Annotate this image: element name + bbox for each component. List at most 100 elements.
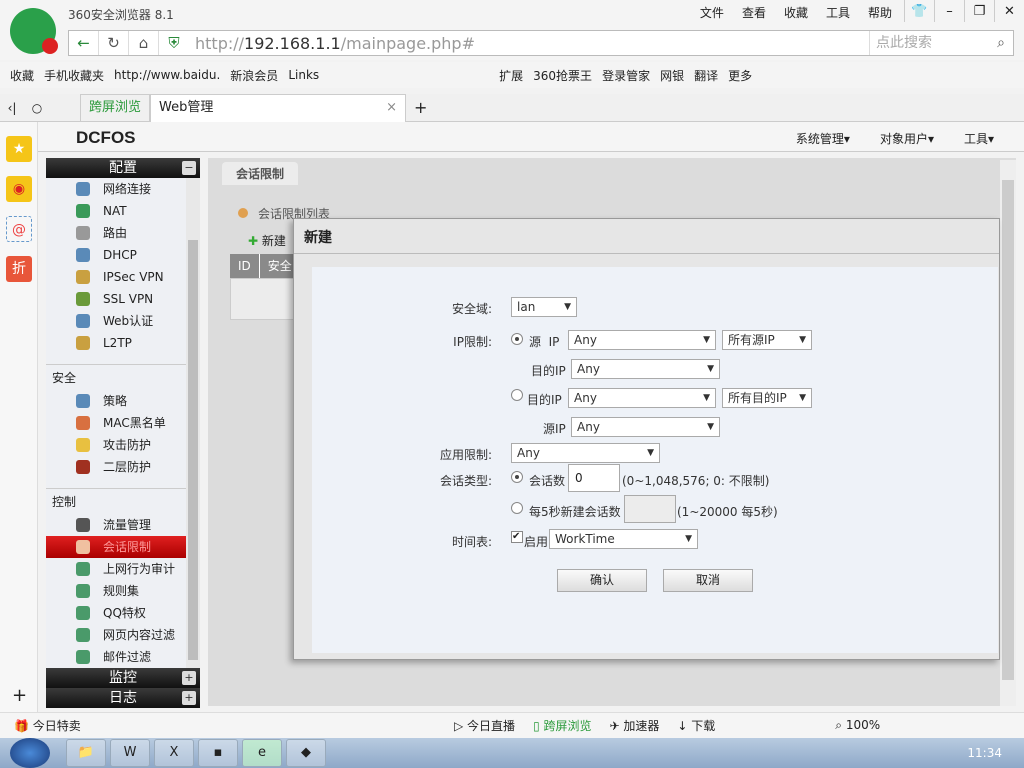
status-download[interactable]: ↓ 下载 [677,717,715,734]
menu-file[interactable]: 文件 [700,4,724,21]
nav-item-network[interactable]: 网络连接 [46,178,186,200]
refresh-icon[interactable]: ↻ [99,31,129,55]
nav-objects-users[interactable]: 对象用户▾ [880,130,934,147]
menu-tools[interactable]: 工具 [826,4,850,21]
nav-item-ipsec[interactable]: IPSec VPN [46,266,186,288]
content-tab[interactable]: 会话限制 [222,162,299,185]
browser-360-icon[interactable]: e [242,739,282,767]
page-scroll-thumb[interactable] [1002,180,1014,680]
ext-translate[interactable]: 翻译 [694,67,718,84]
new-button[interactable]: ✚ 新建 [248,232,286,249]
close-button[interactable]: ✕ [994,0,1024,22]
nav-item-mail-filter[interactable]: 邮件过滤 [46,646,186,668]
bookmark-baidu[interactable]: http://www.baidu. [114,68,220,82]
nav-item-attack-defense[interactable]: 攻击防护 [46,434,186,456]
nav-item-session-limit[interactable]: 会话限制 [46,536,186,558]
page-scrollbar[interactable] [1000,160,1016,706]
dst-ip-radio[interactable] [511,389,523,401]
browser-logo-avatar[interactable] [10,8,58,54]
nav-item-traffic[interactable]: 流量管理 [46,514,186,536]
clock[interactable]: 11:34 [967,746,1002,760]
status-live[interactable]: ▷ 今日直播 [454,717,515,734]
back-icon[interactable]: ← [69,31,99,55]
nav-item-qq[interactable]: QQ特权 [46,602,186,624]
nav-item-mac-blacklist[interactable]: MAC黑名单 [46,412,186,434]
expand-icon[interactable]: + [182,671,196,685]
ext-login[interactable]: 登录管家 [602,67,650,84]
zone-select[interactable]: lan [511,297,577,317]
src-scope-select[interactable]: 所有源IP [722,330,812,350]
tab-cross-screen[interactable]: 跨屏浏览 [80,93,151,122]
explorer-icon[interactable]: 📁 [66,739,106,767]
star-icon[interactable]: ★ [6,136,32,162]
ext-more[interactable]: 更多 [728,67,752,84]
app-icon[interactable]: ◆ [286,739,326,767]
mail-icon[interactable]: @ [6,216,32,242]
src-ip-select[interactable]: Any [568,330,716,350]
nav-section-monitor[interactable]: 监控 + [46,668,200,688]
sessions-radio[interactable] [511,471,523,483]
nav-scrollbar[interactable] [186,178,200,668]
dst-ip-select[interactable]: Any [568,388,716,408]
tab-web-admin[interactable]: Web管理 × [150,93,407,122]
src-ip-sub-select[interactable]: Any [571,417,720,437]
nav-tools[interactable]: 工具▾ [964,130,994,147]
dst-scope-select[interactable]: 所有目的IP [722,388,812,408]
schedule-select[interactable]: WorkTime [549,529,698,549]
ext-tickets[interactable]: 360抢票王 [533,67,592,84]
nav-item-web-filter[interactable]: 网页内容过滤 [46,624,186,646]
nav-scroll-thumb[interactable] [188,240,198,660]
nav-item-l2-defense[interactable]: 二层防护 [46,456,186,478]
menu-favorites[interactable]: 收藏 [784,4,808,21]
ext-extensions[interactable]: 扩展 [499,67,523,84]
skin-icon[interactable]: 👕 [904,0,934,22]
excel-icon[interactable]: X [154,739,194,767]
close-tab-icon[interactable]: × [386,95,397,121]
new-tab-button[interactable]: + [414,98,427,117]
minimize-button[interactable]: – [934,0,964,22]
discount-icon[interactable]: 折 [6,256,32,282]
menu-help[interactable]: 帮助 [868,4,892,21]
home-icon[interactable]: ⌂ [129,31,159,55]
bookmark-links[interactable]: Links [288,68,319,82]
confirm-button[interactable]: 确认 [557,569,647,592]
nav-item-route[interactable]: 路由 [46,222,186,244]
dst-ip-sub-select[interactable]: Any [571,359,720,379]
nav-item-audit[interactable]: 上网行为审计 [46,558,186,580]
maximize-button[interactable]: ❐ [964,0,994,22]
nav-section-log[interactable]: 日志 + [46,688,200,708]
sessions-input[interactable]: 0 [568,464,620,492]
nav-item-l2tp[interactable]: L2TP [46,332,186,354]
bookmark-sina[interactable]: 新浪会员 [230,67,278,84]
src-ip-radio[interactable] [511,333,523,345]
search-icon[interactable]: ⌕ [997,31,1005,55]
enable-checkbox[interactable]: ✔ [511,531,523,543]
rate-input[interactable] [624,495,676,523]
nav-item-dhcp[interactable]: DHCP [46,244,186,266]
nav-section-config[interactable]: 配置 − [46,158,200,178]
app-limit-select[interactable]: Any [511,443,660,463]
nav-system-admin[interactable]: 系统管理▾ [796,130,850,147]
rate-radio[interactable] [511,502,523,514]
tab-nav-icons[interactable]: ‹| ○ [0,101,80,115]
status-cross-screen[interactable]: ▯ 跨屏浏览 [533,717,591,734]
word-icon[interactable]: W [110,739,150,767]
nav-item-sslvpn[interactable]: SSL VPN [46,288,186,310]
add-icon[interactable]: + [12,685,27,706]
daily-deals[interactable]: 🎁 今日特卖 [14,717,454,734]
search-input[interactable]: 点此搜索 ⌕ [869,31,1013,55]
start-button[interactable] [10,738,50,768]
nav-item-ruleset[interactable]: 规则集 [46,580,186,602]
expand-icon[interactable]: + [182,691,196,705]
cmd-icon[interactable]: ▪ [198,739,238,767]
url-input[interactable]: http://192.168.1.1/mainpage.php# [189,34,475,53]
bookmark-mobile[interactable]: 手机收藏夹 [44,67,104,84]
weibo-icon[interactable]: ◉ [6,176,32,202]
nav-item-webauth[interactable]: Web认证 [46,310,186,332]
collapse-icon[interactable]: − [182,161,196,175]
status-accelerator[interactable]: ✈ 加速器 [610,717,660,734]
bookmark-favorites[interactable]: 收藏 [10,67,34,84]
nav-item-nat[interactable]: NAT [46,200,186,222]
zoom-level[interactable]: ⌕ 100% [835,718,880,733]
menu-view[interactable]: 查看 [742,4,766,21]
